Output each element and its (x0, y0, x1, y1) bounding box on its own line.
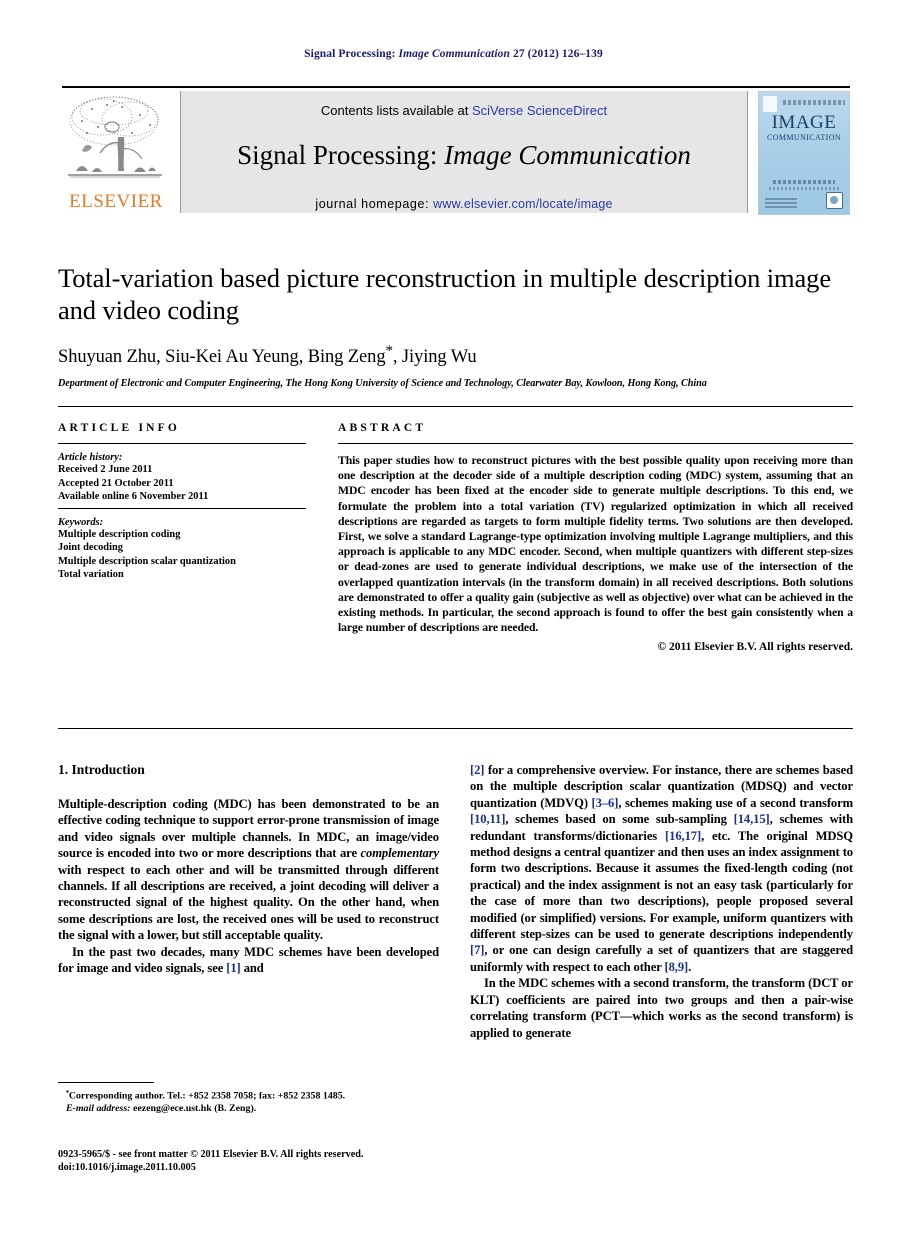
footnote-email-label: E-mail address: (66, 1102, 131, 1114)
citation-reference[interactable]: [16,17] (665, 829, 701, 843)
journal-title: Signal Processing: Image Communication (181, 140, 747, 171)
keyword-item: Multiple description coding (58, 528, 181, 540)
citation-reference[interactable]: [7] (470, 943, 484, 957)
footnote-corresponding-text: Corresponding author. Tel.: +852 2358 70… (68, 1090, 346, 1102)
article-info-rule-top (58, 443, 306, 444)
citation-reference[interactable]: [2] (470, 763, 484, 777)
footnote-rule (58, 1082, 154, 1083)
rule-above-article-info (58, 406, 853, 407)
cover-title: IMAGE (771, 112, 837, 133)
rule-below-abstract (58, 728, 853, 729)
footnote-email: E-mail address: eezeng@ece.ust.hk (B. Ze… (58, 1103, 439, 1116)
paragraph: In the MDC schemes with a second transfo… (470, 975, 853, 1041)
running-head-citation: 27 (2012) 126–139 (512, 48, 603, 60)
article-info-column: ARTICLE INFO Article history: Received 2… (58, 422, 306, 582)
text-run: , schemes making use of a second transfo… (618, 795, 853, 810)
article-history-accepted: Accepted 21 October 2011 (58, 477, 174, 489)
section-heading-introduction: 1. Introduction (58, 762, 145, 777)
body-column-right: [2] for a comprehensive overview. For in… (470, 762, 853, 1041)
text-run: , schemes based on some sub-sampling (505, 812, 734, 827)
running-head-journal-italic: Image Communication (398, 48, 510, 60)
contents-lists-line: Contents lists available at SciVerse Sci… (181, 103, 747, 118)
paper-page: Signal Processing: Image Communication 2… (0, 0, 907, 1238)
article-info-heading: ARTICLE INFO (58, 422, 181, 434)
cover-issn-bar (783, 100, 845, 105)
article-info-rule-mid (58, 507, 306, 509)
text-run: In the MDC schemes with a second transfo… (470, 976, 853, 1040)
elsevier-tree-icon (62, 91, 170, 187)
paragraph: [2] for a comprehensive overview. For in… (470, 762, 853, 975)
sciencedirect-link[interactable]: SciVerse ScienceDirect (472, 103, 607, 118)
cover-footer-bar (765, 197, 797, 208)
imprint-doi-line: doi:10.1016/j.image.2011.10.005 (58, 1162, 196, 1173)
text-run: . (688, 959, 692, 974)
page-title: Total-variation based picture reconstruc… (58, 263, 831, 325)
article-history-label: Article history: (58, 452, 123, 463)
citation-reference[interactable]: [10,11] (470, 812, 505, 826)
elsevier-logo: ELSEVIER (62, 91, 170, 213)
text-run: and (240, 961, 264, 976)
keyword-item: Multiple description scalar quantization (58, 555, 236, 567)
article-history-block: Article history: Received 2 June 2011 Ac… (58, 452, 306, 508)
citation-reference[interactable]: [3–6] (592, 796, 619, 810)
elsevier-wordmark: ELSEVIER (69, 191, 163, 212)
keyword-item: Total variation (58, 569, 124, 580)
journal-title-plain: Signal Processing: (237, 140, 438, 170)
cover-logo-mark (763, 96, 777, 112)
journal-homepage-prefix: journal homepage: (315, 197, 430, 211)
keyword-item: Joint decoding (58, 542, 123, 553)
contents-lists-prefix: Contents lists available at (320, 103, 469, 118)
abstract-copyright: © 2011 Elsevier B.V. All rights reserved… (657, 641, 853, 654)
journal-homepage-line: journal homepage: www.elsevier.com/locat… (181, 197, 747, 211)
journal-homepage-link[interactable]: www.elsevier.com/locate/image (433, 197, 612, 211)
text-run: , or one can design carefully a set of q… (470, 943, 853, 974)
keywords-block: Keywords: Multiple description coding Jo… (58, 517, 306, 582)
cover-subtitle: COMMUNICATION (766, 133, 842, 142)
author-names: Shuyuan Zhu, Siu-Kei Au Yeung, Bing Zeng (58, 347, 386, 368)
abstract-heading: ABSTRACT (338, 422, 427, 434)
paragraph: Multiple-description coding (MDC) has be… (58, 796, 439, 944)
author-names-tail: , Jiying Wu (392, 347, 477, 368)
article-history-online: Available online 6 November 2011 (58, 491, 209, 502)
cover-footer-badge-icon (826, 192, 843, 209)
running-head-journal: Signal Processing: (304, 48, 396, 60)
text-run: complementary (360, 846, 440, 861)
cover-text-bar-1 (773, 180, 835, 184)
article-history-received: Received 2 June 2011 (58, 464, 153, 475)
body-column-left: 1. Introduction Multiple-description cod… (58, 762, 439, 976)
journal-masthead: ELSEVIER Contents lists available at Sci… (62, 86, 850, 216)
footnote-email-value[interactable]: eezeng@ece.ust.hk (B. Zeng). (133, 1103, 256, 1114)
masthead-center-band: Contents lists available at SciVerse Sci… (180, 91, 748, 213)
journal-cover-thumbnail: IMAGE COMMUNICATION (758, 91, 850, 215)
abstract-text: This paper studies how to reconstruct pi… (338, 454, 853, 635)
text-run: with respect to each other and will be t… (58, 862, 439, 943)
affiliation: Department of Electronic and Computer En… (58, 378, 707, 390)
footnote-corresponding-author: ▪Corresponding author. Tel.: +852 2358 7… (58, 1086, 439, 1103)
keywords-label: Keywords: (58, 516, 104, 528)
running-head: Signal Processing: Image Communication 2… (0, 48, 907, 60)
footnote-block: ▪Corresponding author. Tel.: +852 2358 7… (58, 1082, 439, 1115)
corresponding-author-marker: * (385, 343, 393, 359)
imprint-block: 0923-5965/$ - see front matter © 2011 El… (58, 1148, 448, 1174)
text-run: , etc. The original MDSQ method designs … (470, 828, 853, 942)
title-block: Total-variation based picture reconstruc… (58, 262, 853, 389)
author-list: Shuyuan Zhu, Siu-Kei Au Yeung, Bing Zeng… (58, 343, 853, 368)
imprint-issn-line: 0923-5965/$ - see front matter © 2011 El… (58, 1149, 364, 1160)
cover-text-bar-2 (769, 187, 839, 190)
citation-reference[interactable]: [14,15] (734, 812, 770, 826)
paragraph: In the past two decades, many MDC scheme… (58, 944, 439, 977)
abstract-column: ABSTRACT This paper studies how to recon… (338, 422, 853, 653)
abstract-rule-top (338, 443, 853, 444)
citation-reference[interactable]: [1] (226, 961, 240, 975)
journal-title-italic: Image Communication (444, 140, 691, 170)
citation-reference[interactable]: [8,9] (665, 960, 689, 974)
